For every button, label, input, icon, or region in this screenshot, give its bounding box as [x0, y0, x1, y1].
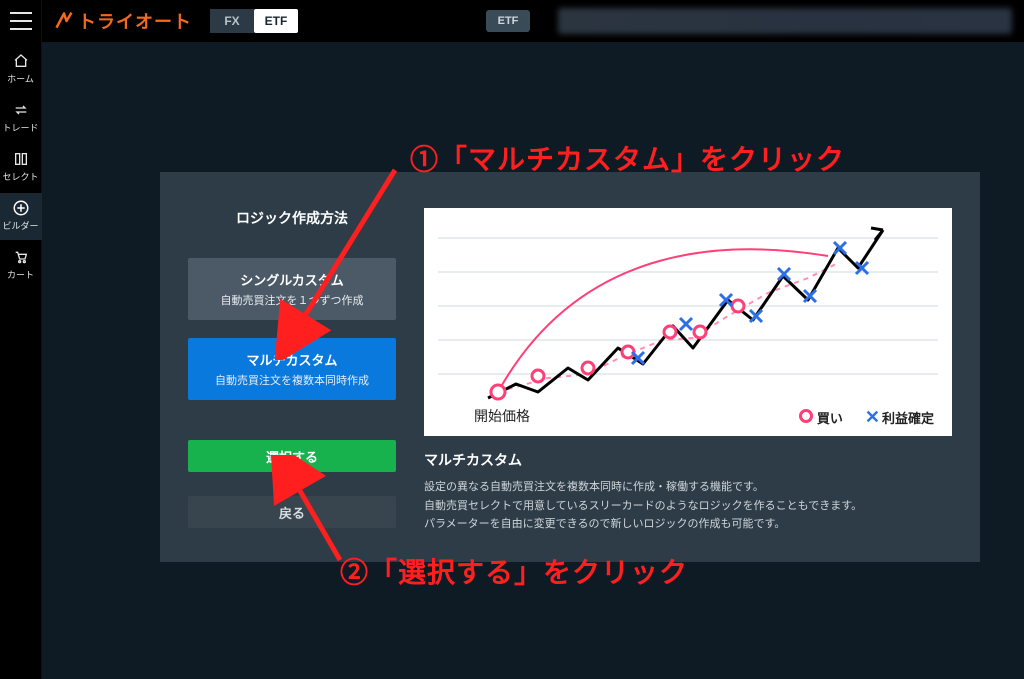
- select-button[interactable]: 選択する: [188, 440, 396, 472]
- option-title: シングルカスタム: [196, 270, 388, 289]
- asset-chip[interactable]: ETF: [486, 10, 530, 32]
- back-button[interactable]: 戻る: [188, 496, 396, 528]
- brand-label: トライオート: [78, 8, 192, 34]
- header: トライオート FX ETF ETF: [42, 0, 1024, 42]
- builder-panel: ロジック作成方法 シングルカスタム 自動売買注文を１つずつ作成 マルチカスタム …: [160, 172, 980, 562]
- option-single-custom[interactable]: シングルカスタム 自動売買注文を１つずつ作成: [188, 258, 396, 320]
- description-line: 設定の異なる自動売買注文を複数本同時に作成・稼働する機能です。: [424, 478, 952, 497]
- select-icon: [12, 150, 30, 168]
- annotation-step1: ①「マルチカスタム」をクリック: [410, 138, 845, 178]
- header-data-blurred: [558, 8, 1012, 34]
- chart-start-label: 開始価格: [474, 406, 530, 426]
- chart-svg: [424, 208, 952, 436]
- sidebar: ホーム トレード セレクト ビルダー カート: [0, 0, 42, 679]
- brand-logo[interactable]: トライオート: [54, 8, 192, 34]
- sidebar-item-label: カート: [7, 268, 34, 281]
- menu-icon[interactable]: [10, 12, 32, 30]
- option-subtitle: 自動売買注文を複数本同時作成: [196, 372, 388, 388]
- description-title: マルチカスタム: [424, 450, 952, 470]
- legend-take: ✕利益確定: [865, 407, 934, 428]
- description-line: 自動売買セレクトで用意しているスリーカードのようなロジックを作ることもできます。: [424, 497, 952, 516]
- cart-icon: [12, 248, 30, 266]
- description: マルチカスタム 設定の異なる自動売買注文を複数本同時に作成・稼働する機能です。 …: [424, 450, 952, 534]
- option-multi-custom[interactable]: マルチカスタム 自動売買注文を複数本同時作成: [188, 338, 396, 400]
- sidebar-item-label: トレード: [2, 121, 38, 134]
- builder-icon: [12, 199, 30, 217]
- chart-legend: 買い ✕利益確定: [799, 407, 934, 428]
- sidebar-item-label: ビルダー: [2, 219, 38, 232]
- sidebar-item-trade[interactable]: トレード: [0, 95, 42, 142]
- description-line: パラメーターを自由に変更できるので新しいロジックの作成も可能です。: [424, 515, 952, 534]
- sidebar-item-label: セレクト: [2, 170, 38, 183]
- sidebar-item-label: ホーム: [7, 72, 34, 85]
- sidebar-item-builder[interactable]: ビルダー: [0, 193, 42, 240]
- legend-buy: 買い: [799, 408, 843, 427]
- home-icon: [12, 52, 30, 70]
- options-column: ロジック作成方法 シングルカスタム 自動売買注文を１つずつ作成 マルチカスタム …: [188, 208, 396, 538]
- product-tabs: FX ETF: [210, 9, 298, 33]
- option-title: マルチカスタム: [196, 350, 388, 369]
- annotation-step2: ②「選択する」をクリック: [340, 551, 688, 591]
- brand-icon: [54, 11, 74, 31]
- sidebar-item-home[interactable]: ホーム: [0, 46, 42, 93]
- sidebar-item-cart[interactable]: カート: [0, 242, 42, 289]
- option-subtitle: 自動売買注文を１つずつ作成: [196, 292, 388, 308]
- detail-column: 開始価格 買い ✕利益確定 マルチカスタム 設定の異なる自動売買注文を複数本同時…: [424, 208, 952, 538]
- tab-fx[interactable]: FX: [210, 9, 254, 33]
- section-title: ロジック作成方法: [188, 208, 396, 228]
- sidebar-item-select[interactable]: セレクト: [0, 144, 42, 191]
- strategy-chart: 開始価格 買い ✕利益確定: [424, 208, 952, 436]
- trade-icon: [12, 101, 30, 119]
- tab-etf[interactable]: ETF: [254, 9, 298, 33]
